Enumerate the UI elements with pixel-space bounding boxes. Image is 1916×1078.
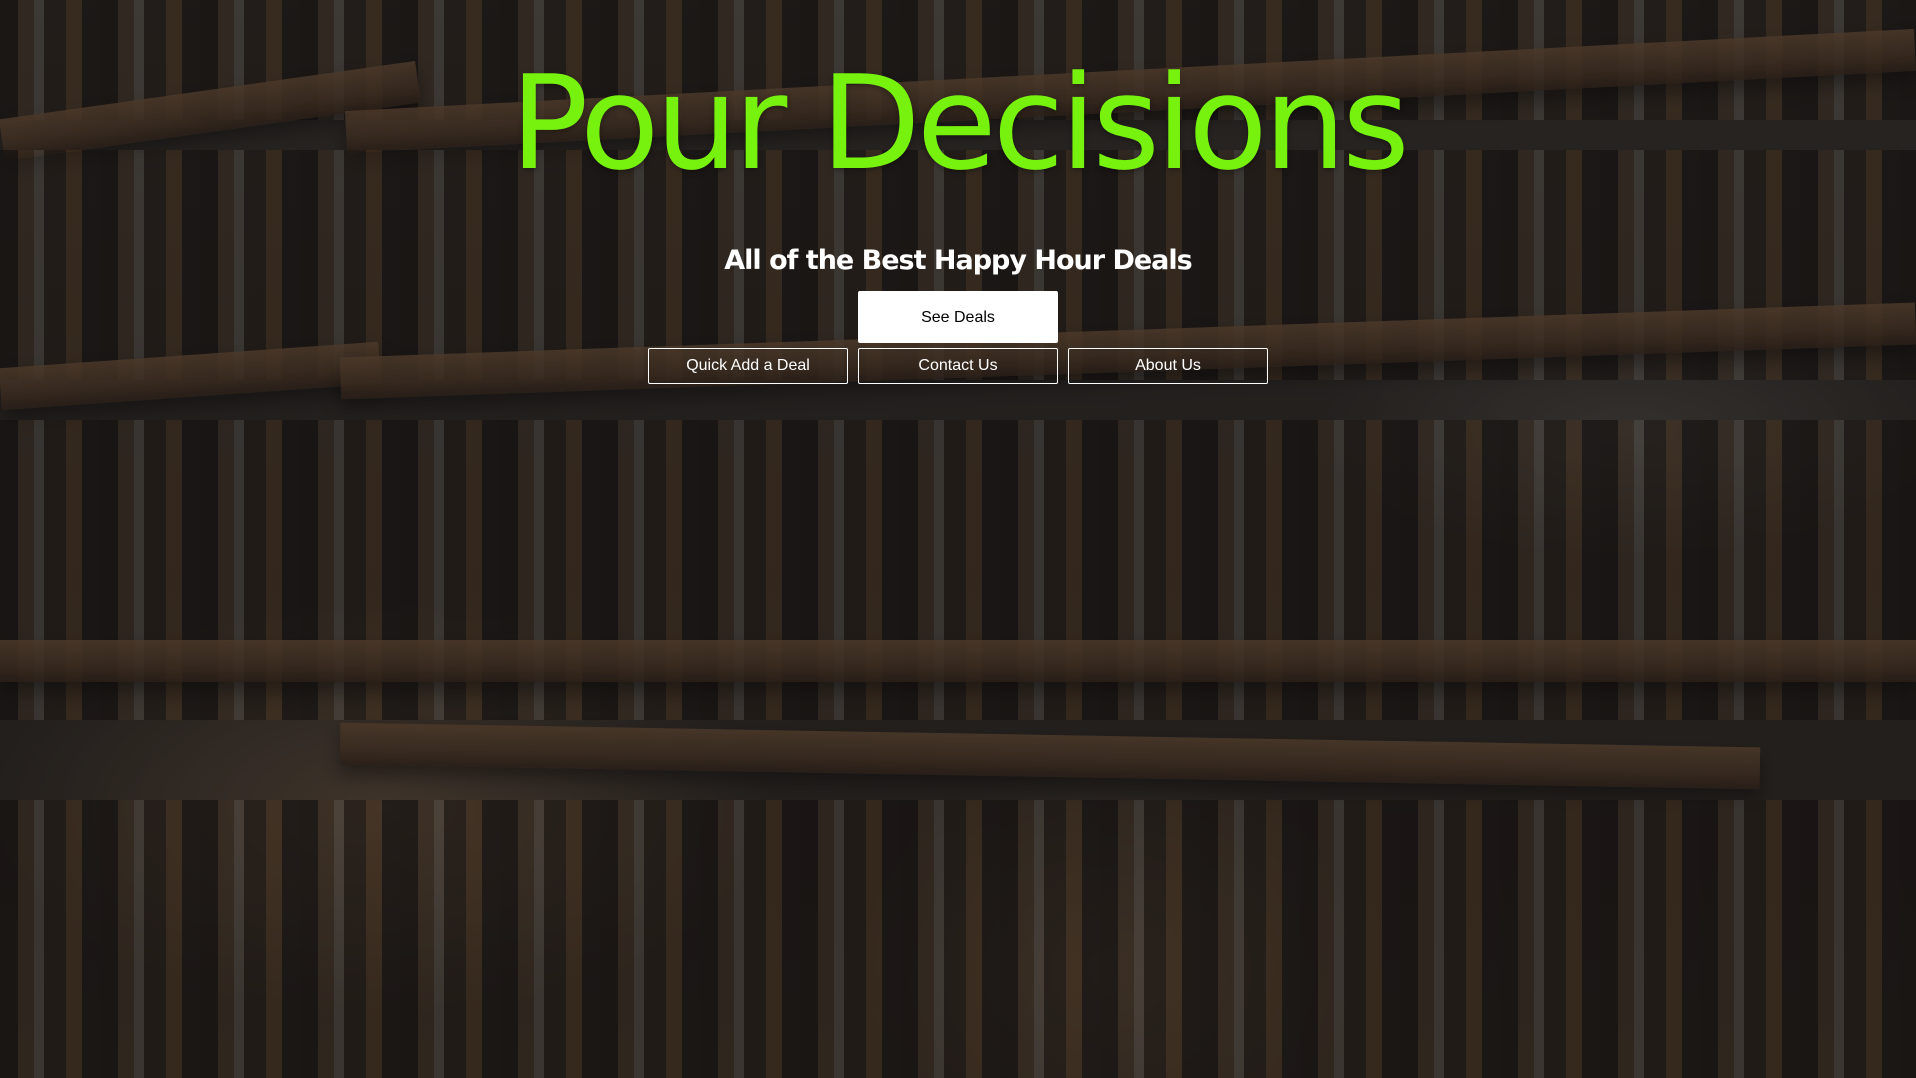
hero-section: Pour Decisions All of the Best Happy Hou… <box>0 0 1916 1078</box>
see-deals-button[interactable]: See Deals <box>858 291 1058 343</box>
tagline: All of the Best Happy Hour Deals <box>724 245 1192 276</box>
contact-us-button[interactable]: Contact Us <box>858 348 1058 384</box>
site-title: Pour Decisions <box>510 47 1410 199</box>
quick-add-deal-button[interactable]: Quick Add a Deal <box>648 348 848 384</box>
about-us-button[interactable]: About Us <box>1068 348 1268 384</box>
